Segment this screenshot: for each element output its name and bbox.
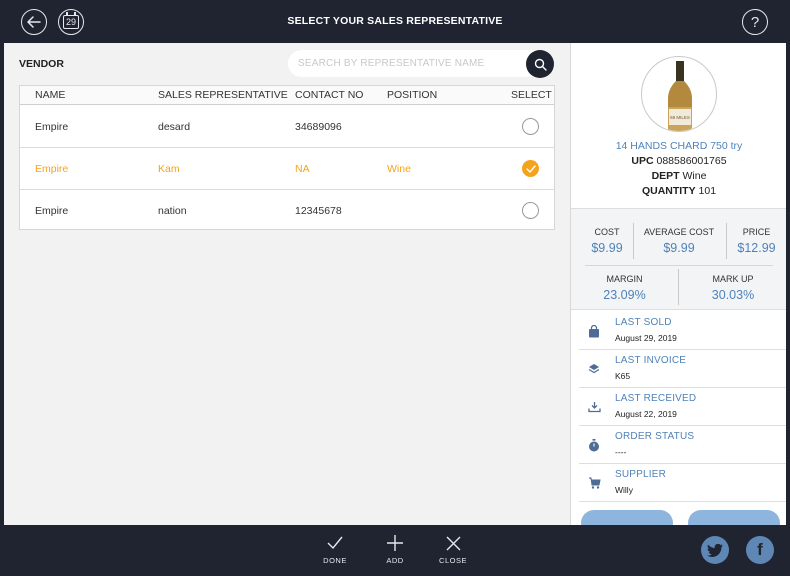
- done-label: DONE: [323, 556, 347, 565]
- close-label: CLOSE: [439, 556, 467, 565]
- column-header-select: SELECT: [511, 89, 552, 101]
- cell-sales-rep: Kam: [158, 163, 180, 175]
- plus-icon: [387, 535, 403, 551]
- table-row[interactable]: Empire desard 34689096: [20, 106, 554, 148]
- average-cost-label: AVERAGE COST: [643, 227, 715, 237]
- info-last-invoice: LAST INVOICE K65: [579, 350, 786, 388]
- info-supplier: SUPPLIER Willy: [579, 464, 786, 502]
- wine-bottle-icon: 69 MILES: [668, 61, 692, 131]
- twitter-button[interactable]: [701, 536, 729, 564]
- column-header-sales-rep: SALES REPRESENTATIVE: [158, 89, 288, 101]
- search-box: [288, 50, 554, 78]
- checkmark-icon: [525, 164, 536, 173]
- info-title: ORDER STATUS: [615, 431, 695, 442]
- search-icon: [534, 58, 547, 71]
- dept-value: Wine: [682, 170, 707, 182]
- cell-name: Empire: [35, 163, 69, 175]
- product-dept: DEPT Wine: [571, 170, 786, 182]
- cell-contact: 34689096: [295, 121, 342, 133]
- invoice-stack-icon: [587, 362, 601, 376]
- info-title: LAST SOLD: [615, 317, 672, 328]
- cell-name: Empire: [35, 121, 69, 133]
- select-radio[interactable]: [522, 202, 539, 219]
- bottle-label-text: 69 MILES: [670, 115, 690, 120]
- cell-sales-rep: nation: [158, 205, 187, 217]
- close-icon: [446, 536, 460, 550]
- table-row[interactable]: Empire Kam NA Wine: [20, 148, 554, 190]
- action-pill-right[interactable]: [688, 510, 780, 525]
- table-header: NAME SALES REPRESENTATIVE CONTACT NO POS…: [20, 86, 554, 105]
- divider: [585, 265, 773, 266]
- info-last-received: LAST RECEIVED August 22, 2019: [579, 388, 786, 426]
- quantity-label: QUANTITY: [641, 185, 696, 197]
- info-value: Willy: [615, 485, 633, 495]
- upc-label: UPC: [631, 155, 654, 167]
- done-button[interactable]: DONE: [315, 532, 355, 565]
- facebook-button[interactable]: f: [746, 536, 774, 564]
- search-button[interactable]: [526, 50, 554, 78]
- margin-label: MARGIN: [606, 274, 643, 284]
- dept-label: DEPT: [651, 170, 680, 182]
- bottom-bar: DONE ADD CLOSE f: [0, 525, 790, 576]
- product-image: 69 MILES: [641, 56, 717, 132]
- help-icon: ?: [750, 13, 760, 31]
- twitter-icon: [707, 543, 723, 557]
- info-value: August 29, 2019: [615, 333, 677, 343]
- column-header-contact: CONTACT NO: [295, 89, 364, 101]
- search-input[interactable]: [298, 50, 518, 77]
- cell-contact: 12345678: [295, 205, 342, 217]
- top-bar: 29 SELECT YOUR SALES REPRESENTATIVE ?: [0, 0, 790, 43]
- cart-icon: [587, 476, 601, 490]
- info-value: August 22, 2019: [615, 409, 677, 419]
- received-tray-icon: [587, 400, 601, 414]
- column-header-position: POSITION: [387, 89, 438, 101]
- markup-value: 30.03%: [711, 288, 755, 302]
- select-radio[interactable]: [522, 118, 539, 135]
- info-value: K65: [615, 371, 631, 381]
- info-title: SUPPLIER: [615, 469, 667, 480]
- margin-value: 23.09%: [603, 288, 646, 302]
- shopping-bag-icon: [587, 324, 601, 338]
- markup-label: MARK UP: [712, 274, 754, 284]
- upc-value: 088586001765: [656, 155, 727, 167]
- cell-name: Empire: [35, 205, 69, 217]
- column-header-name: NAME: [35, 89, 66, 101]
- product-upc: UPC 088586001765: [571, 155, 786, 167]
- cell-position: Wine: [387, 163, 411, 175]
- help-button[interactable]: ?: [742, 9, 768, 35]
- quantity-value: 101: [698, 185, 717, 197]
- info-title: LAST INVOICE: [615, 355, 687, 366]
- page-title: SELECT YOUR SALES REPRESENTATIVE: [287, 15, 503, 27]
- add-label: ADD: [386, 556, 404, 565]
- facebook-icon: f: [757, 540, 763, 559]
- product-side-panel: 69 MILES 14 HANDS CHARD 750 try UPC 0885…: [570, 43, 786, 525]
- cell-sales-rep: desard: [158, 121, 191, 133]
- product-name: 14 HANDS CHARD 750 try: [615, 140, 743, 152]
- info-value: ----: [615, 447, 627, 457]
- info-order-status: ORDER STATUS ----: [579, 426, 786, 464]
- price-stats: COST $9.99 AVERAGE COST $9.99 PRICE $12.…: [571, 208, 786, 310]
- sales-rep-table: NAME SALES REPRESENTATIVE CONTACT NO POS…: [19, 85, 555, 230]
- cell-contact: NA: [295, 163, 310, 175]
- add-button[interactable]: ADD: [375, 532, 415, 565]
- main-panel: VENDOR NAME SALES REPRESENTATIVE CONTACT…: [4, 43, 570, 525]
- action-pill-left[interactable]: [581, 510, 673, 525]
- info-last-sold: LAST SOLD August 29, 2019: [579, 312, 786, 350]
- average-cost-value: $9.99: [663, 241, 695, 255]
- price-value: $12.99: [737, 241, 776, 255]
- close-button[interactable]: CLOSE: [433, 532, 473, 565]
- info-title: LAST RECEIVED: [615, 393, 697, 404]
- select-radio-checked[interactable]: [522, 160, 539, 177]
- table-row[interactable]: Empire nation 12345678: [20, 190, 554, 232]
- price-label: PRICE: [742, 227, 771, 237]
- checkmark-icon: [327, 536, 343, 550]
- vendor-label: VENDOR: [19, 58, 64, 70]
- product-quantity: QUANTITY 101: [571, 185, 786, 197]
- stopwatch-icon: [587, 438, 601, 452]
